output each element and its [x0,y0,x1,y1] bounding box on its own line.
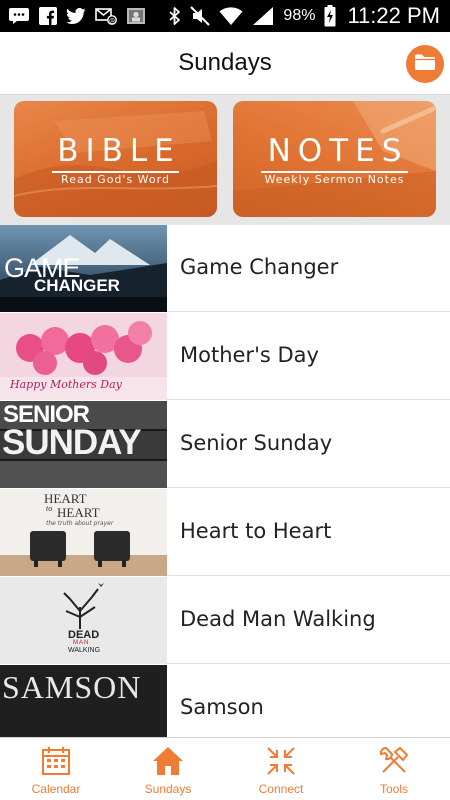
notes-tile-subtitle: Weekly Sermon Notes [264,173,405,186]
messages-icon [8,7,30,25]
tab-tools[interactable]: Tools [338,738,450,800]
tab-connect[interactable]: Connect [225,738,337,800]
calendar-icon [39,744,73,778]
signal-icon [252,6,274,26]
tab-label: Tools [379,782,408,796]
facebook-icon [39,7,57,25]
bible-tile[interactable]: BIBLE Read God's Word [14,101,217,217]
notes-tile[interactable]: NOTES Weekly Sermon Notes [233,101,436,217]
dead-man-walking-thumb-text-3: WALKING [68,647,101,654]
game-changer-thumbnail: GAME CHANGER [0,225,167,312]
heart-to-heart-thumb-text-4: the truth about prayer [46,520,114,527]
heart-to-heart-thumbnail: HEART to HEART the truth about prayer [0,489,167,576]
twitter-icon [66,7,86,25]
dead-man-walking-thumb-text-2: MAN [73,640,90,646]
senior-sunday-thumbnail: SENIOR SUNDAY [0,401,167,488]
folder-icon [414,53,436,75]
list-item-label: Senior Sunday [180,431,333,455]
bluetooth-icon [169,6,181,26]
list-item-mothers-day[interactable]: Happy Mothers Day Mother's Day [0,313,450,400]
wifi-icon [219,6,243,26]
samson-thumbnail: SAMSON [0,665,167,737]
tab-label: Calendar [31,782,81,796]
mute-icon [190,6,211,26]
photo-icon [126,7,146,25]
mothers-day-thumb-text: Happy Mothers Day [10,378,122,391]
sermon-list: GAME CHANGER Game Changer Happy Mothers … [0,225,450,737]
email-icon: @ [95,7,117,25]
folder-button[interactable] [406,45,444,83]
heart-to-heart-thumb-text-3: HEART [57,505,100,520]
bible-tile-subtitle: Read God's Word [61,173,170,186]
connect-arrows-icon [264,744,298,778]
tab-bar: Calendar Sundays Connect Tools [0,737,450,800]
home-icon [151,744,185,778]
list-item-senior-sunday[interactable]: SENIOR SUNDAY Senior Sunday [0,401,450,488]
list-item-label: Game Changer [180,255,339,279]
game-changer-thumb-text-2: CHANGER [34,276,120,295]
list-item-game-changer[interactable]: GAME CHANGER Game Changer [0,225,450,312]
system-icons: 98% 11:22 PM [169,3,440,29]
svg-text:@: @ [109,18,115,25]
status-bar: @ 98% 11:22 PM [0,0,450,32]
tab-label: Sundays [144,782,192,796]
heart-to-heart-thumb-text-2: to [46,504,53,513]
samson-thumb-text: SAMSON [2,669,142,705]
bible-tile-title: BIBLE [57,133,181,169]
list-item-heart-to-heart[interactable]: HEART to HEART the truth about prayer He… [0,489,450,576]
app-header: Sundays [0,32,450,95]
notification-icons: @ [8,7,146,25]
page-title: Sundays [178,49,272,76]
list-item-dead-man-walking[interactable]: DEAD MAN WALKING Dead Man Walking [0,577,450,664]
notes-tile-title: NOTES [267,133,409,169]
battery-charging-icon [324,5,336,27]
tab-label: Connect [258,782,304,796]
battery-percent: 98% [283,7,316,24]
hero-tiles: BIBLE Read God's Word NOTES Weekly Sermo… [0,95,450,225]
tools-icon [377,744,411,778]
clock: 11:22 PM [347,3,440,28]
list-item-label: Mother's Day [180,343,319,367]
list-item-label: Dead Man Walking [180,607,376,631]
mothers-day-thumbnail: Happy Mothers Day [0,313,167,400]
dead-man-walking-thumbnail: DEAD MAN WALKING [0,577,167,664]
list-item-samson[interactable]: SAMSON Samson [0,665,450,737]
list-item-label: Heart to Heart [180,519,332,543]
tab-calendar[interactable]: Calendar [0,738,112,800]
tab-sundays[interactable]: Sundays [112,738,224,800]
list-item-label: Samson [180,695,264,719]
senior-sunday-thumb-text-2: SUNDAY [2,423,142,462]
